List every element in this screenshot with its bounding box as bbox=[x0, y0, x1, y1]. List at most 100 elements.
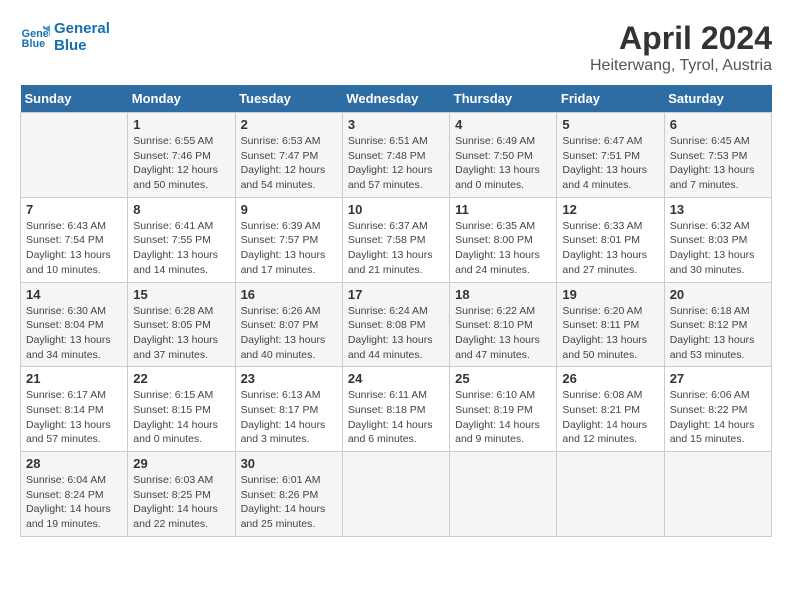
day-detail: Sunrise: 6:20 AMSunset: 8:11 PMDaylight:… bbox=[562, 305, 647, 361]
table-row: 12 Sunrise: 6:33 AMSunset: 8:01 PMDayligh… bbox=[557, 197, 664, 282]
day-number: 22 bbox=[133, 371, 229, 386]
day-detail: Sunrise: 6:01 AMSunset: 8:26 PMDaylight:… bbox=[241, 474, 326, 530]
day-detail: Sunrise: 6:06 AMSunset: 8:22 PMDaylight:… bbox=[670, 389, 755, 445]
day-detail: Sunrise: 6:47 AMSunset: 7:51 PMDaylight:… bbox=[562, 135, 647, 191]
calendar-week-row: 21 Sunrise: 6:17 AMSunset: 8:14 PMDayligh… bbox=[21, 367, 772, 452]
day-number: 12 bbox=[562, 202, 658, 217]
table-row: 2 Sunrise: 6:53 AMSunset: 7:47 PMDaylight… bbox=[235, 113, 342, 198]
table-row bbox=[21, 113, 128, 198]
day-number: 17 bbox=[348, 287, 444, 302]
header-wednesday: Wednesday bbox=[342, 85, 449, 113]
day-number: 11 bbox=[455, 202, 551, 217]
table-row bbox=[664, 452, 771, 537]
table-row: 26 Sunrise: 6:08 AMSunset: 8:21 PMDayligh… bbox=[557, 367, 664, 452]
table-row: 4 Sunrise: 6:49 AMSunset: 7:50 PMDaylight… bbox=[450, 113, 557, 198]
day-number: 13 bbox=[670, 202, 766, 217]
header-sunday: Sunday bbox=[21, 85, 128, 113]
calendar-week-row: 14Sunrise: 6:30 AMSunset: 8:04 PMDayligh… bbox=[21, 282, 772, 367]
table-row: 7Sunrise: 6:43 AMSunset: 7:54 PMDaylight… bbox=[21, 197, 128, 282]
table-row bbox=[557, 452, 664, 537]
day-number: 21 bbox=[26, 371, 122, 386]
svg-text:Blue: Blue bbox=[22, 38, 45, 50]
day-number: 28 bbox=[26, 456, 122, 471]
day-number: 18 bbox=[455, 287, 551, 302]
table-row: 24 Sunrise: 6:11 AMSunset: 8:18 PMDayligh… bbox=[342, 367, 449, 452]
subtitle: Heiterwang, Tyrol, Austria bbox=[590, 57, 772, 75]
day-number: 26 bbox=[562, 371, 658, 386]
day-number: 3 bbox=[348, 117, 444, 132]
day-number: 23 bbox=[241, 371, 337, 386]
day-detail: Sunrise: 6:26 AMSunset: 8:07 PMDaylight:… bbox=[241, 305, 326, 361]
calendar-table: Sunday Monday Tuesday Wednesday Thursday… bbox=[20, 85, 772, 537]
logo: General Blue GeneralBlue bbox=[20, 20, 110, 54]
logo-text: GeneralBlue bbox=[54, 20, 110, 54]
day-detail: Sunrise: 6:03 AMSunset: 8:25 PMDaylight:… bbox=[133, 474, 218, 530]
header-monday: Monday bbox=[128, 85, 235, 113]
day-number: 1 bbox=[133, 117, 229, 132]
calendar-week-row: 1 Sunrise: 6:55 AMSunset: 7:46 PMDaylight… bbox=[21, 113, 772, 198]
day-number: 19 bbox=[562, 287, 658, 302]
header-friday: Friday bbox=[557, 85, 664, 113]
day-detail: Sunrise: 6:49 AMSunset: 7:50 PMDaylight:… bbox=[455, 135, 540, 191]
day-number: 20 bbox=[670, 287, 766, 302]
header: General Blue GeneralBlue April 2024 Heit… bbox=[20, 20, 772, 75]
day-detail: Sunrise: 6:10 AMSunset: 8:19 PMDaylight:… bbox=[455, 389, 540, 445]
logo-icon: General Blue bbox=[20, 22, 50, 52]
table-row: 3 Sunrise: 6:51 AMSunset: 7:48 PMDaylight… bbox=[342, 113, 449, 198]
day-detail: Sunrise: 6:53 AMSunset: 7:47 PMDaylight:… bbox=[241, 135, 326, 191]
table-row: 8Sunrise: 6:41 AMSunset: 7:55 PMDaylight… bbox=[128, 197, 235, 282]
table-row: 18Sunrise: 6:22 AMSunset: 8:10 PMDayligh… bbox=[450, 282, 557, 367]
header-thursday: Thursday bbox=[450, 85, 557, 113]
table-row: 29Sunrise: 6:03 AMSunset: 8:25 PMDayligh… bbox=[128, 452, 235, 537]
day-number: 9 bbox=[241, 202, 337, 217]
day-detail: Sunrise: 6:13 AMSunset: 8:17 PMDaylight:… bbox=[241, 389, 326, 445]
table-row: 10 Sunrise: 6:37 AMSunset: 7:58 PMDayligh… bbox=[342, 197, 449, 282]
table-row: 9 Sunrise: 6:39 AMSunset: 7:57 PMDaylight… bbox=[235, 197, 342, 282]
table-row bbox=[342, 452, 449, 537]
table-row: 28Sunrise: 6:04 AMSunset: 8:24 PMDayligh… bbox=[21, 452, 128, 537]
day-number: 8 bbox=[133, 202, 229, 217]
day-number: 5 bbox=[562, 117, 658, 132]
day-detail: Sunrise: 6:11 AMSunset: 8:18 PMDaylight:… bbox=[348, 389, 433, 445]
day-detail: Sunrise: 6:28 AMSunset: 8:05 PMDaylight:… bbox=[133, 305, 218, 361]
day-number: 27 bbox=[670, 371, 766, 386]
day-detail: Sunrise: 6:24 AMSunset: 8:08 PMDaylight:… bbox=[348, 305, 433, 361]
table-row: 27 Sunrise: 6:06 AMSunset: 8:22 PMDayligh… bbox=[664, 367, 771, 452]
day-number: 24 bbox=[348, 371, 444, 386]
day-detail: Sunrise: 6:08 AMSunset: 8:21 PMDaylight:… bbox=[562, 389, 647, 445]
calendar-week-row: 7Sunrise: 6:43 AMSunset: 7:54 PMDaylight… bbox=[21, 197, 772, 282]
day-detail: Sunrise: 6:51 AMSunset: 7:48 PMDaylight:… bbox=[348, 135, 433, 191]
calendar-week-row: 28Sunrise: 6:04 AMSunset: 8:24 PMDayligh… bbox=[21, 452, 772, 537]
day-number: 2 bbox=[241, 117, 337, 132]
table-row: 19 Sunrise: 6:20 AMSunset: 8:11 PMDayligh… bbox=[557, 282, 664, 367]
day-detail: Sunrise: 6:39 AMSunset: 7:57 PMDaylight:… bbox=[241, 220, 326, 276]
table-row bbox=[450, 452, 557, 537]
table-row: 6Sunrise: 6:45 AMSunset: 7:53 PMDaylight… bbox=[664, 113, 771, 198]
day-detail: Sunrise: 6:43 AMSunset: 7:54 PMDaylight:… bbox=[26, 220, 111, 276]
table-row: 11 Sunrise: 6:35 AMSunset: 8:00 PMDayligh… bbox=[450, 197, 557, 282]
day-detail: Sunrise: 6:55 AMSunset: 7:46 PMDaylight:… bbox=[133, 135, 218, 191]
day-number: 10 bbox=[348, 202, 444, 217]
table-row: 14Sunrise: 6:30 AMSunset: 8:04 PMDayligh… bbox=[21, 282, 128, 367]
day-detail: Sunrise: 6:17 AMSunset: 8:14 PMDaylight:… bbox=[26, 389, 111, 445]
day-number: 14 bbox=[26, 287, 122, 302]
main-title: April 2024 bbox=[590, 20, 772, 57]
table-row: 16 Sunrise: 6:26 AMSunset: 8:07 PMDayligh… bbox=[235, 282, 342, 367]
table-row: 20 Sunrise: 6:18 AMSunset: 8:12 PMDayligh… bbox=[664, 282, 771, 367]
header-saturday: Saturday bbox=[664, 85, 771, 113]
table-row: 5 Sunrise: 6:47 AMSunset: 7:51 PMDaylight… bbox=[557, 113, 664, 198]
table-row: 25Sunrise: 6:10 AMSunset: 8:19 PMDayligh… bbox=[450, 367, 557, 452]
table-row: 13 Sunrise: 6:32 AMSunset: 8:03 PMDayligh… bbox=[664, 197, 771, 282]
day-detail: Sunrise: 6:33 AMSunset: 8:01 PMDaylight:… bbox=[562, 220, 647, 276]
day-detail: Sunrise: 6:32 AMSunset: 8:03 PMDaylight:… bbox=[670, 220, 755, 276]
table-row: 23 Sunrise: 6:13 AMSunset: 8:17 PMDayligh… bbox=[235, 367, 342, 452]
day-number: 6 bbox=[670, 117, 766, 132]
title-area: April 2024 Heiterwang, Tyrol, Austria bbox=[590, 20, 772, 75]
header-tuesday: Tuesday bbox=[235, 85, 342, 113]
day-number: 4 bbox=[455, 117, 551, 132]
day-number: 16 bbox=[241, 287, 337, 302]
calendar-header-row: Sunday Monday Tuesday Wednesday Thursday… bbox=[21, 85, 772, 113]
day-detail: Sunrise: 6:37 AMSunset: 7:58 PMDaylight:… bbox=[348, 220, 433, 276]
day-detail: Sunrise: 6:18 AMSunset: 8:12 PMDaylight:… bbox=[670, 305, 755, 361]
day-detail: Sunrise: 6:35 AMSunset: 8:00 PMDaylight:… bbox=[455, 220, 540, 276]
